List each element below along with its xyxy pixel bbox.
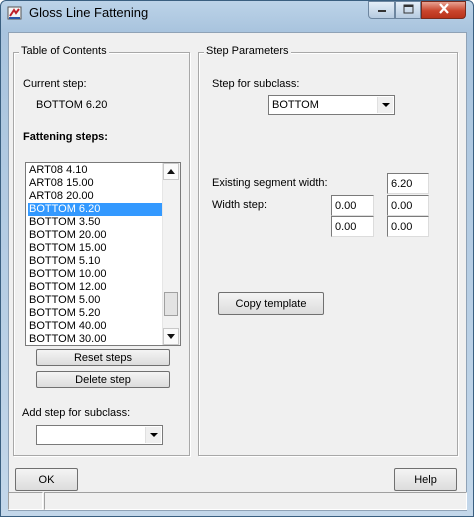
add-step-label: Add step for subclass: (22, 407, 131, 419)
list-item[interactable]: BOTTOM 15.00 (28, 242, 165, 255)
subclass-label: Step for subclass: (212, 78, 300, 90)
list-item[interactable]: ART08 4.10 (28, 164, 165, 177)
width-step-field[interactable] (331, 195, 374, 216)
dialog-client: Table of Contents Current step: BOTTOM 6… (8, 32, 467, 511)
width-step-field[interactable] (387, 195, 429, 216)
existing-width-label: Existing segment width: (212, 177, 328, 189)
list-item[interactable]: BOTTOM 5.00 (28, 294, 165, 307)
subclass-select[interactable]: BOTTOM (268, 95, 395, 115)
copy-template-button[interactable]: Copy template (218, 292, 324, 315)
subclass-value: BOTTOM (272, 99, 319, 111)
chevron-down-icon (146, 433, 161, 446)
add-step-dropdown-button[interactable] (145, 427, 161, 443)
ok-button[interactable]: OK (15, 468, 78, 491)
close-icon (438, 3, 450, 17)
list-item[interactable]: BOTTOM 6.20 (28, 203, 165, 216)
existing-width-field[interactable] (387, 173, 429, 194)
maximize-button[interactable] (395, 1, 421, 19)
width-step-label: Width step: (212, 199, 268, 211)
params-group-label: Step Parameters (204, 45, 291, 57)
title-bar[interactable]: Gloss Line Fattening (1, 1, 473, 26)
fattening-steps-label: Fattening steps: (23, 131, 108, 143)
close-button[interactable] (421, 1, 466, 19)
list-item[interactable]: BOTTOM 10.00 (28, 268, 165, 281)
status-pane (44, 492, 467, 510)
list-item[interactable]: BOTTOM 5.20 (28, 307, 165, 320)
status-bar (1, 492, 473, 511)
maximize-icon (403, 4, 414, 17)
list-item[interactable]: ART08 20.00 (28, 190, 165, 203)
delete-step-button[interactable]: Delete step (36, 371, 170, 388)
current-step-value: BOTTOM 6.20 (36, 99, 108, 111)
scroll-thumb[interactable] (164, 292, 178, 316)
list-item[interactable]: BOTTOM 3.50 (28, 216, 165, 229)
list-item[interactable]: ART08 15.00 (28, 177, 165, 190)
minimize-icon (377, 4, 387, 16)
list-item[interactable]: BOTTOM 30.00 (28, 333, 165, 345)
arrow-down-icon (164, 334, 178, 345)
minimize-button[interactable] (368, 1, 395, 19)
app-icon[interactable] (7, 5, 23, 21)
width-step-field[interactable] (331, 216, 374, 237)
fattening-steps-list[interactable]: ART08 4.10 ART08 15.00 ART08 20.00 BOTTOM 6… (25, 162, 181, 346)
list-item[interactable]: BOTTOM 12.00 (28, 281, 165, 294)
width-step-field[interactable] (387, 216, 429, 237)
current-step-label: Current step: (23, 78, 87, 90)
subclass-dropdown-button[interactable] (377, 97, 393, 113)
scroll-up-button[interactable] (163, 163, 179, 180)
list-item[interactable]: BOTTOM 5.10 (28, 255, 165, 268)
help-button[interactable]: Help (394, 468, 457, 491)
toc-group-label: Table of Contents (19, 45, 109, 57)
window-title: Gloss Line Fattening (29, 5, 149, 20)
list-item[interactable]: BOTTOM 40.00 (28, 320, 165, 333)
dialog-window: Gloss Line Fattening Table of Contents C… (0, 0, 474, 517)
list-item[interactable]: BOTTOM 20.00 (28, 229, 165, 242)
status-pane (8, 492, 43, 510)
list-scrollbar[interactable] (162, 163, 180, 345)
arrow-up-icon (164, 169, 178, 182)
scroll-down-button[interactable] (163, 328, 179, 345)
add-step-subclass-select[interactable] (36, 425, 163, 445)
reset-steps-button[interactable]: Reset steps (36, 349, 170, 366)
chevron-down-icon (378, 103, 393, 116)
